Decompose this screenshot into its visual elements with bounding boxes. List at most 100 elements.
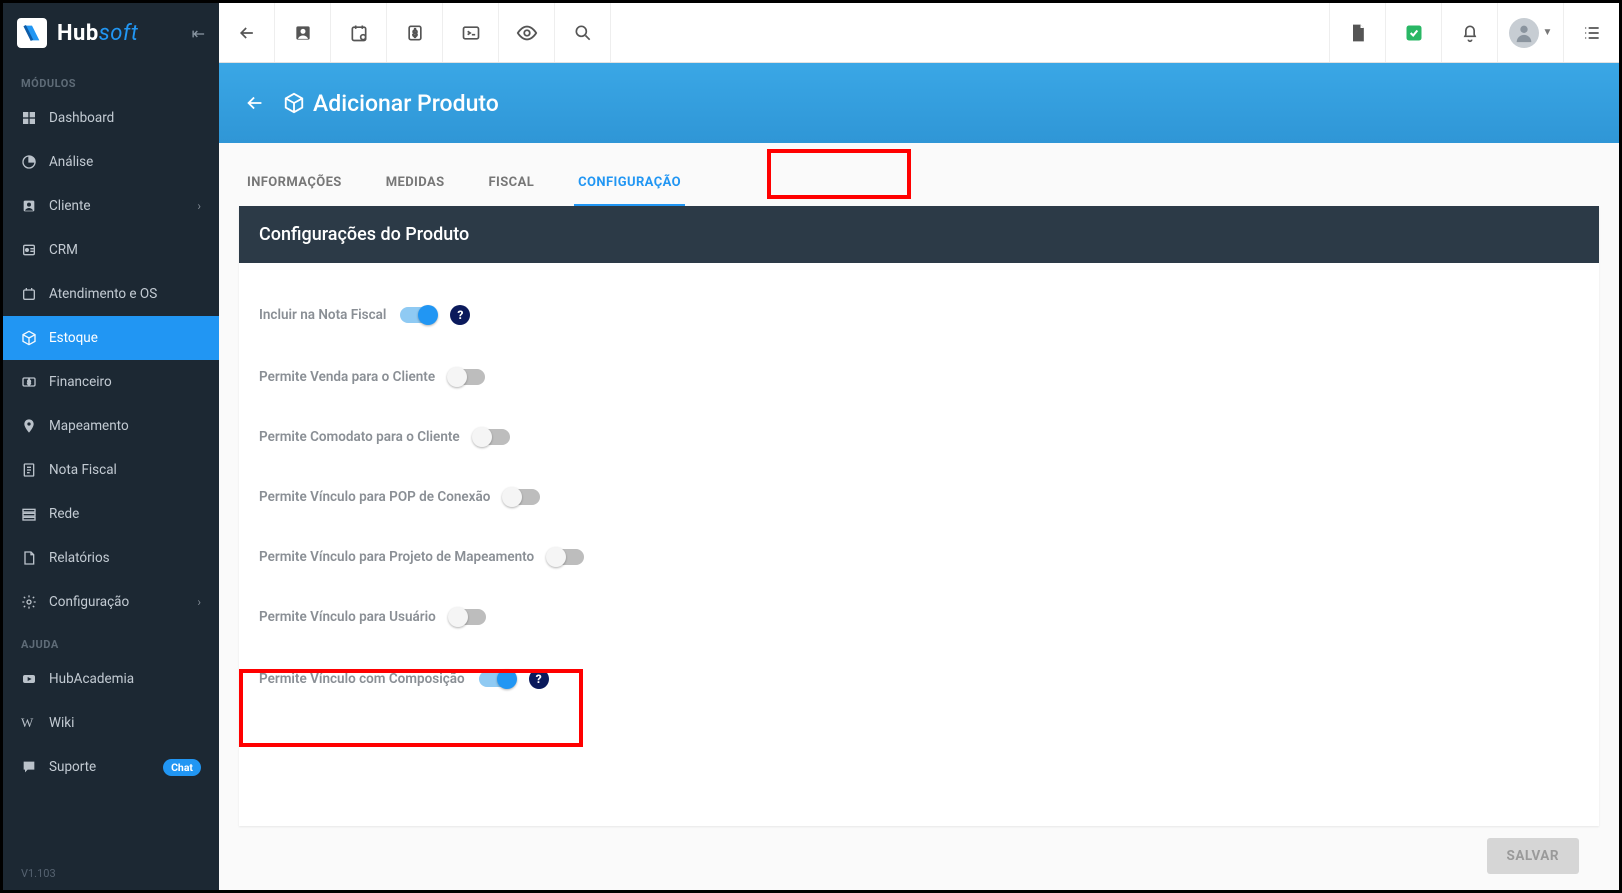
topbar-avatar[interactable]: ▼ — [1497, 3, 1563, 62]
tab-medidas[interactable]: MEDIDAS — [382, 161, 449, 206]
box-icon — [283, 92, 305, 114]
sidebar-item-rede[interactable]: Rede — [3, 492, 219, 536]
content-area: Configurações do Produto Incluir na Nota… — [219, 206, 1619, 890]
finance-icon: $ — [21, 374, 49, 390]
collapse-sidebar-icon[interactable]: ⇤ — [192, 24, 205, 43]
sidebar-item-notafiscal[interactable]: Nota Fiscal — [3, 448, 219, 492]
config-row-mapeamento: Permite Vínculo para Projeto de Mapeamen… — [259, 527, 1579, 587]
back-button[interactable] — [219, 3, 275, 62]
wiki-icon: W — [21, 715, 49, 731]
help-icon[interactable]: ? — [529, 669, 549, 689]
sidebar-item-label: Estoque — [49, 330, 98, 346]
gear-icon — [21, 594, 49, 610]
topbar-terminal-icon[interactable] — [443, 3, 499, 62]
config-row-nota-fiscal: Incluir na Nota Fiscal ? — [259, 283, 1579, 347]
config-label: Permite Venda para o Cliente — [259, 369, 435, 385]
toggle-composicao[interactable] — [479, 671, 515, 687]
sidebar-item-label: Relatórios — [49, 550, 110, 566]
sidebar-item-wiki[interactable]: W Wiki — [3, 701, 219, 745]
sidebar-item-hubacademia[interactable]: HubAcademia — [3, 657, 219, 701]
chevron-right-icon: › — [197, 199, 201, 213]
sidebar-item-label: HubAcademia — [49, 671, 134, 687]
topbar-status-icon[interactable] — [1385, 3, 1441, 62]
sidebar-section-modulos: MÓDULOS — [3, 63, 219, 96]
page-title: Adicionar Produto — [283, 90, 499, 117]
chevron-down-icon: ▼ — [1543, 27, 1553, 38]
sidebar-item-mapeamento[interactable]: Mapeamento — [3, 404, 219, 448]
config-label: Permite Vínculo para Projeto de Mapeamen… — [259, 549, 534, 565]
logo-icon — [17, 18, 47, 48]
save-button[interactable]: SALVAR — [1487, 838, 1579, 874]
sidebar-item-suporte[interactable]: Suporte Chat — [3, 745, 219, 789]
svg-text:$: $ — [412, 28, 417, 39]
topbar-client-icon[interactable] — [275, 3, 331, 62]
support-icon — [21, 286, 49, 302]
card-body: Incluir na Nota Fiscal ? Permite Venda p… — [239, 263, 1599, 721]
config-label: Permite Comodato para o Cliente — [259, 429, 460, 445]
network-icon — [21, 506, 49, 522]
sidebar-item-crm[interactable]: CRM — [3, 228, 219, 272]
brand-text: Hubsoft — [57, 21, 138, 46]
chat-badge: Chat — [163, 759, 201, 776]
topbar-bell-icon[interactable] — [1441, 3, 1497, 62]
map-icon — [21, 418, 49, 434]
invoice-icon — [21, 462, 49, 478]
topbar-menu-icon[interactable] — [1563, 3, 1619, 62]
toggle-usuario[interactable] — [450, 609, 486, 625]
sidebar-item-cliente[interactable]: Cliente › — [3, 184, 219, 228]
sidebar-item-analise[interactable]: Análise — [3, 140, 219, 184]
topbar-eye-icon[interactable] — [499, 3, 555, 62]
tab-fiscal[interactable]: FISCAL — [485, 161, 539, 206]
tab-configuracao[interactable]: CONFIGURAÇÃO — [574, 161, 685, 206]
sidebar-item-financeiro[interactable]: $ Financeiro — [3, 360, 219, 404]
toggle-mapeamento[interactable] — [548, 549, 584, 565]
config-label: Permite Vínculo para Usuário — [259, 609, 436, 625]
toggle-comodato[interactable] — [474, 429, 510, 445]
toggle-venda-cliente[interactable] — [449, 369, 485, 385]
chevron-right-icon: › — [197, 595, 201, 609]
help-icon[interactable]: ? — [450, 305, 470, 325]
sidebar-item-atendimento[interactable]: Atendimento e OS — [3, 272, 219, 316]
tab-informacoes[interactable]: INFORMAÇÕES — [243, 161, 346, 206]
config-card: Configurações do Produto Incluir na Nota… — [239, 206, 1599, 826]
sidebar-item-estoque[interactable]: Estoque — [3, 316, 219, 360]
sidebar-item-label: Suporte — [49, 759, 96, 775]
topbar-pdf-icon[interactable] — [1329, 3, 1385, 62]
version-label: V1.103 — [3, 857, 219, 890]
sidebar-item-relatorios[interactable]: Relatórios — [3, 536, 219, 580]
sidebar-section-ajuda: AJUDA — [3, 624, 219, 657]
dashboard-icon — [21, 110, 49, 126]
sidebar-item-label: CRM — [49, 242, 78, 258]
crm-icon — [21, 242, 49, 258]
topbar-finance-icon[interactable]: $ — [387, 3, 443, 62]
topbar-search-icon[interactable] — [555, 3, 611, 62]
avatar-icon — [1509, 18, 1539, 48]
sidebar-item-dashboard[interactable]: Dashboard — [3, 96, 219, 140]
sidebar-item-label: Análise — [49, 154, 93, 170]
main: $ ▼ Adicionar Produto — [219, 3, 1619, 890]
toggle-pop[interactable] — [504, 489, 540, 505]
sidebar-item-label: Mapeamento — [49, 418, 129, 434]
sidebar-item-label: Financeiro — [49, 374, 112, 390]
page-header: Adicionar Produto — [219, 63, 1619, 143]
topbar-calendar-icon[interactable] — [331, 3, 387, 62]
card-title: Configurações do Produto — [239, 206, 1599, 263]
toggle-nota-fiscal[interactable] — [400, 307, 436, 323]
tabs-bar: INFORMAÇÕES MEDIDAS FISCAL CONFIGURAÇÃO — [219, 143, 1619, 206]
analytics-icon — [21, 154, 49, 170]
sidebar-item-label: Rede — [49, 506, 79, 522]
config-row-composicao: Permite Vínculo com Composição ? — [259, 647, 1579, 711]
inventory-icon — [21, 330, 49, 346]
sidebar-item-label: Configuração — [49, 594, 129, 610]
sidebar: Hubsoft ⇤ MÓDULOS Dashboard Análise Clie… — [3, 3, 219, 890]
logo-row: Hubsoft ⇤ — [3, 3, 219, 63]
page-back-button[interactable] — [243, 91, 267, 115]
reports-icon — [21, 550, 49, 566]
chat-icon — [21, 759, 49, 775]
svg-text:$: $ — [27, 379, 31, 387]
config-row-pop: Permite Vínculo para POP de Conexão — [259, 467, 1579, 527]
sidebar-item-label: Atendimento e OS — [49, 286, 157, 302]
config-label: Permite Vínculo para POP de Conexão — [259, 489, 490, 505]
sidebar-item-configuracao[interactable]: Configuração › — [3, 580, 219, 624]
footer-actions: SALVAR — [239, 826, 1599, 874]
